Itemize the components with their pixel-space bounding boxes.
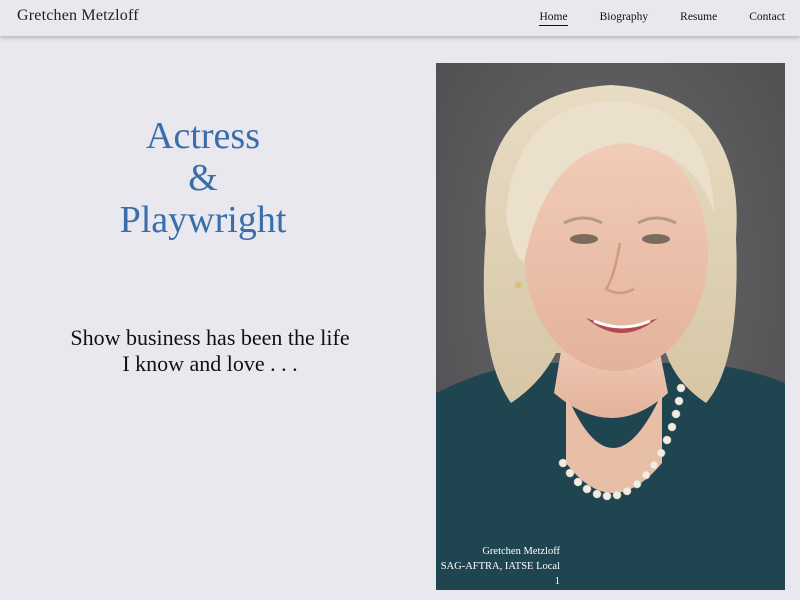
nav-home[interactable]: Home [539, 11, 568, 26]
nav-contact[interactable]: Contact [749, 11, 785, 26]
top-navigation-bar: Gretchen Metzloff Home Biography Resume … [0, 0, 800, 36]
hero-title-line-playwright: Playwright [119, 199, 287, 241]
tagline-line-1: Show business has been the life [70, 325, 350, 350]
portrait-illustration [436, 63, 785, 590]
portrait-caption: Gretchen Metzloff SAG-AFTRA, IATSE Local… [436, 544, 560, 589]
hero-tagline: Show business has been the life I know a… [40, 325, 380, 377]
main-nav: Home Biography Resume Contact [507, 11, 785, 26]
caption-name: Gretchen Metzloff [482, 546, 560, 557]
tagline-line-2: I know and love . . . [122, 351, 298, 376]
nav-biography[interactable]: Biography [600, 11, 649, 26]
hero-title-line-ampersand: & [188, 157, 218, 199]
caption-union: SAG-AFTRA, IATSE Local [440, 561, 560, 572]
nav-resume[interactable]: Resume [680, 11, 717, 26]
hero-title-line-actress: Actress [146, 115, 260, 157]
portrait-photo [436, 63, 785, 590]
site-name-logo[interactable]: Gretchen Metzloff [17, 7, 139, 25]
hero-title: Actress & Playwright [60, 115, 346, 241]
caption-local-number: 1 [554, 576, 560, 587]
